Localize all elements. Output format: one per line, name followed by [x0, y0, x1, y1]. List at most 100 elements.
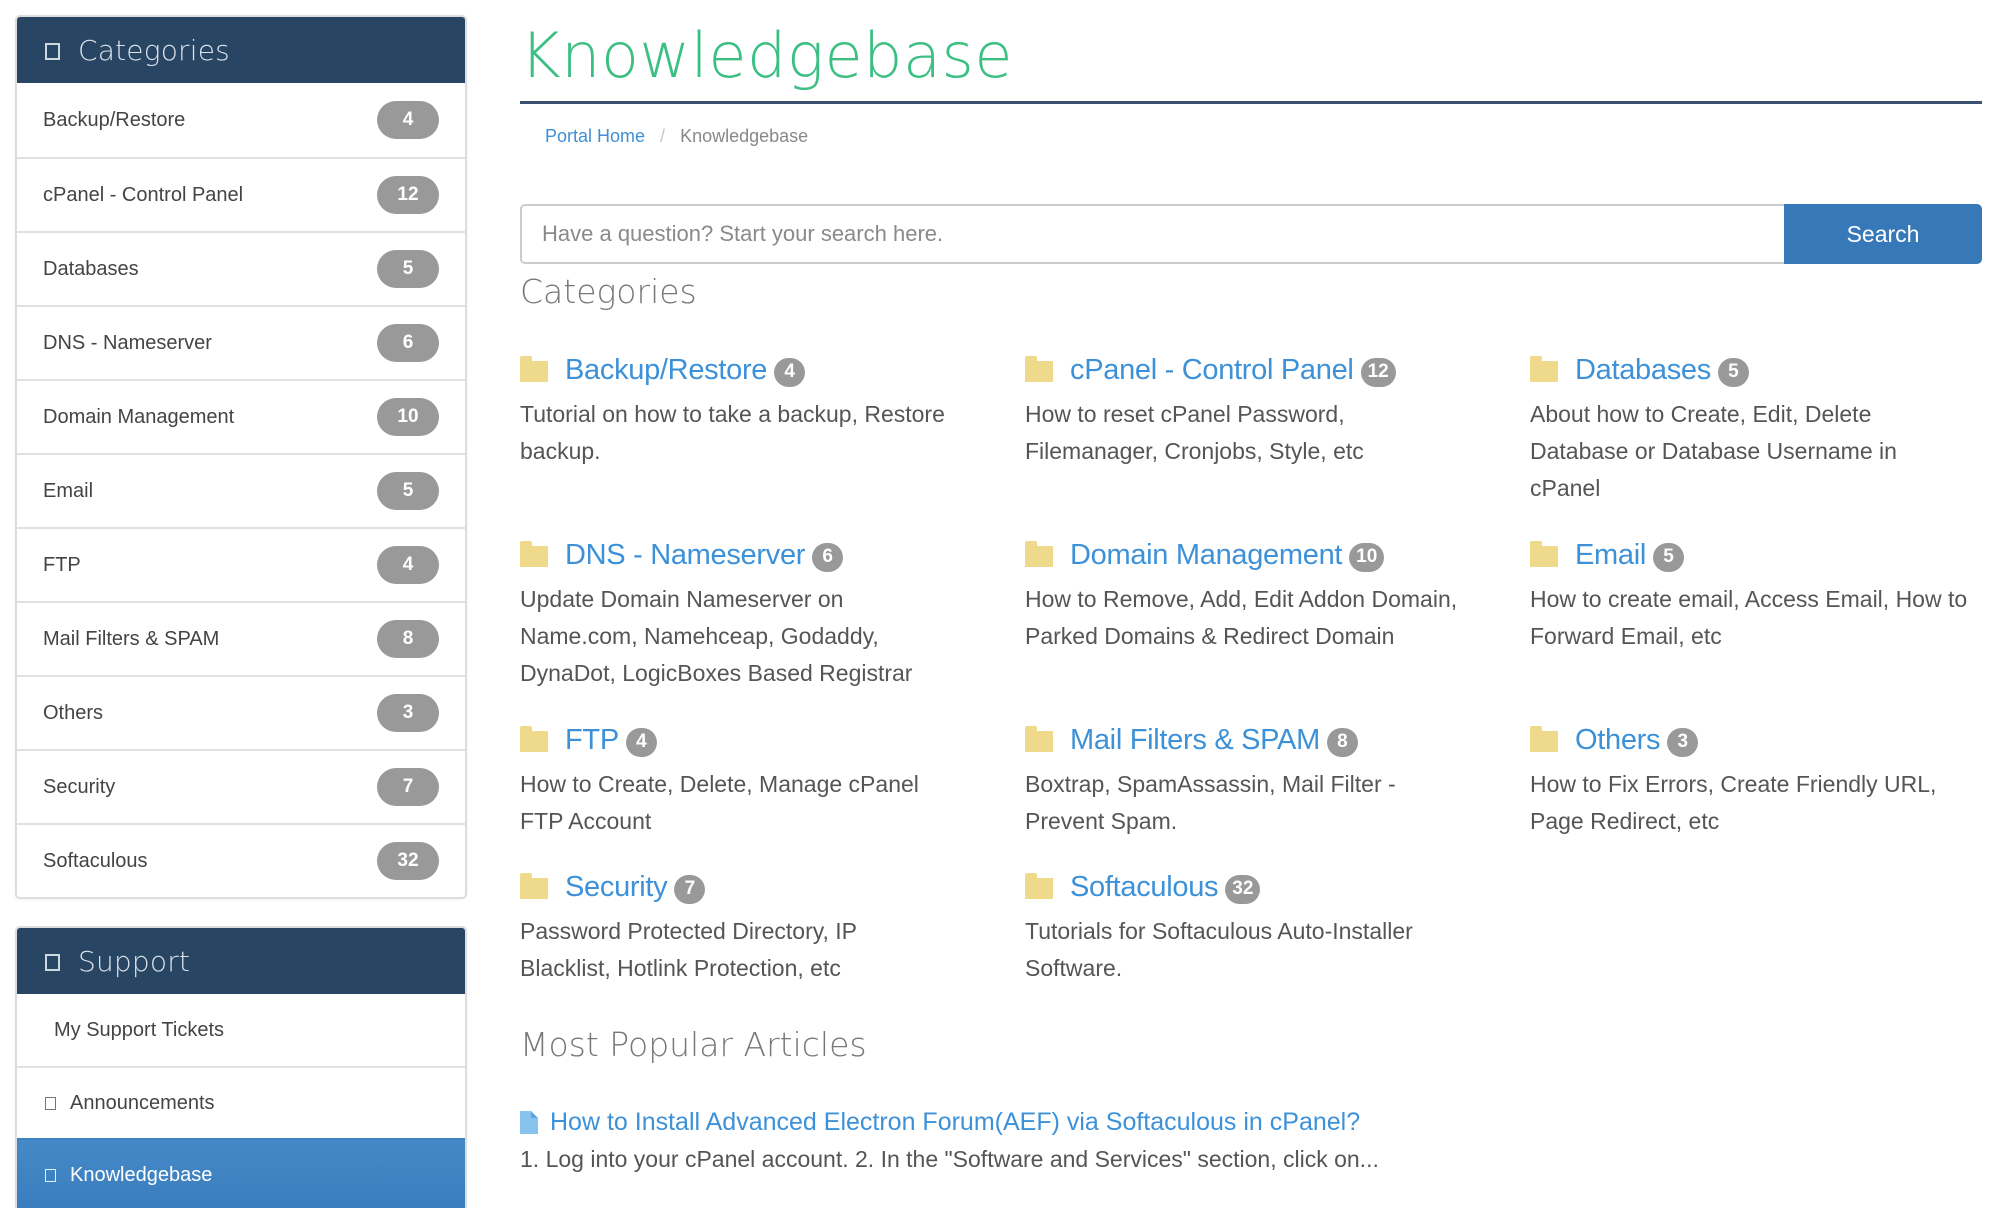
- category-description: Tutorials for Softaculous Auto-Installer…: [1025, 918, 1413, 981]
- sidebar-category-label: Others: [43, 701, 104, 724]
- count-badge: 12: [377, 176, 439, 214]
- sidebar-category-security[interactable]: Security 7: [17, 749, 465, 823]
- category-link[interactable]: Backup/Restore: [565, 354, 767, 387]
- category-card: FTP 4 How to Create, Delete, Manage cPan…: [520, 720, 990, 840]
- sidebar-category-label: DNS - Nameserver: [43, 331, 212, 354]
- folder-icon: [520, 872, 548, 899]
- breadcrumb-current: Knowledgebase: [680, 126, 809, 146]
- count-badge: 32: [1225, 874, 1261, 904]
- folder-icon: [1530, 725, 1558, 752]
- count-badge: 5: [377, 250, 439, 288]
- folder-icon: [1025, 355, 1053, 382]
- support-panel-title: Support: [78, 944, 191, 978]
- folder-icon: [1530, 355, 1558, 382]
- count-badge: 4: [377, 546, 439, 584]
- sidebar-category-dns[interactable]: DNS - Nameserver 6: [17, 305, 465, 379]
- sidebar-category-label: Softaculous: [43, 849, 148, 872]
- sidebar-category-domain-management[interactable]: Domain Management 10: [17, 379, 465, 453]
- article-link[interactable]: How to Install Advanced Electron Forum(A…: [550, 1108, 1360, 1137]
- sidebar-item-label: My Support Tickets: [54, 1018, 225, 1041]
- category-card: Backup/Restore 4 Tutorial on how to take…: [520, 350, 990, 470]
- category-link[interactable]: Databases: [1575, 354, 1711, 387]
- category-link[interactable]: FTP: [565, 724, 619, 757]
- folder-icon: [520, 540, 548, 567]
- square-outline-icon: [45, 953, 60, 971]
- category-description: Tutorial on how to take a backup, Restor…: [520, 401, 945, 464]
- category-link[interactable]: Domain Management: [1070, 539, 1342, 572]
- sidebar-category-mail-filters[interactable]: Mail Filters & SPAM 8: [17, 601, 465, 675]
- count-badge: 8: [1326, 727, 1358, 757]
- category-description: Update Domain Nameserver on Name.com, Na…: [520, 586, 913, 686]
- breadcrumb: Portal Home / Knowledgebase: [545, 126, 808, 147]
- category-link[interactable]: cPanel - Control Panel: [1070, 354, 1354, 387]
- sidebar-item-my-support-tickets[interactable]: My Support Tickets: [17, 994, 465, 1066]
- count-badge: 7: [674, 874, 706, 904]
- popular-article: How to Install Advanced Electron Forum(A…: [520, 1105, 1982, 1173]
- category-card: Others 3 How to Fix Errors, Create Frien…: [1530, 720, 1999, 840]
- search-button[interactable]: Search: [1784, 204, 1982, 264]
- category-card: Security 7 Password Protected Directory,…: [520, 867, 990, 987]
- categories-heading: Categories: [520, 272, 697, 311]
- category-description: How to Fix Errors, Create Friendly URL, …: [1530, 771, 1937, 834]
- category-description: About how to Create, Edit, Delete Databa…: [1530, 401, 1897, 501]
- sidebar-category-softaculous[interactable]: Softaculous 32: [17, 823, 465, 897]
- category-card: Databases 5 About how to Create, Edit, D…: [1530, 350, 1999, 507]
- folder-icon: [520, 355, 548, 382]
- sidebar-item-knowledgebase[interactable]: Knowledgebase: [17, 1138, 465, 1208]
- category-card: DNS - Nameserver 6 Update Domain Nameser…: [520, 535, 990, 692]
- category-description: How to Create, Delete, Manage cPanel FTP…: [520, 771, 919, 834]
- sidebar-category-label: Security: [43, 775, 116, 798]
- sidebar-category-label: Email: [43, 479, 94, 502]
- category-card: Softaculous 32 Tutorials for Softaculous…: [1025, 867, 1495, 987]
- sidebar-category-backup-restore[interactable]: Backup/Restore 4: [17, 83, 465, 157]
- count-badge: 3: [377, 694, 439, 732]
- count-badge: 7: [377, 768, 439, 806]
- category-description: How to Remove, Add, Edit Addon Domain, P…: [1025, 586, 1458, 649]
- category-description: How to reset cPanel Password, Filemanage…: [1025, 401, 1364, 464]
- breadcrumb-portal-home[interactable]: Portal Home: [545, 126, 645, 147]
- folder-icon: [1025, 725, 1053, 752]
- category-description: Password Protected Directory, IP Blackli…: [520, 918, 857, 981]
- count-badge: 5: [1653, 542, 1685, 572]
- count-badge: 4: [774, 357, 806, 387]
- category-link[interactable]: Security: [565, 871, 668, 904]
- sidebar-category-others[interactable]: Others 3: [17, 675, 465, 749]
- breadcrumb-separator: /: [660, 126, 666, 146]
- sidebar-category-cpanel[interactable]: cPanel - Control Panel 12: [17, 157, 465, 231]
- count-badge: 12: [1360, 357, 1396, 387]
- square-outline-icon: [45, 1096, 56, 1110]
- category-link[interactable]: DNS - Nameserver: [565, 539, 805, 572]
- sidebar-category-email[interactable]: Email 5: [17, 453, 465, 527]
- sidebar-category-databases[interactable]: Databases 5: [17, 231, 465, 305]
- count-badge: 6: [377, 324, 439, 362]
- count-badge: 4: [625, 727, 657, 757]
- count-badge: 6: [812, 542, 844, 572]
- sidebar-category-label: Domain Management: [43, 405, 235, 428]
- sidebar-category-label: FTP: [43, 553, 81, 576]
- document-icon: [520, 1110, 538, 1134]
- sidebar-category-label: Backup/Restore: [43, 108, 186, 131]
- category-link[interactable]: Mail Filters & SPAM: [1070, 724, 1320, 757]
- sidebar-category-label: cPanel - Control Panel: [43, 183, 244, 206]
- category-link[interactable]: Email: [1575, 539, 1646, 572]
- category-card: cPanel - Control Panel 12 How to reset c…: [1025, 350, 1495, 470]
- categories-panel: Categories Backup/Restore 4 cPanel - Con…: [15, 15, 467, 899]
- count-badge: 5: [1717, 357, 1749, 387]
- search-bar: Search: [520, 204, 1982, 264]
- category-description: Boxtrap, SpamAssassin, Mail Filter - Pre…: [1025, 771, 1396, 834]
- count-badge: 10: [1349, 542, 1385, 572]
- count-badge: 10: [377, 398, 439, 436]
- support-panel: Support My Support Tickets Announcements…: [15, 926, 467, 1208]
- category-link[interactable]: Others: [1575, 724, 1661, 757]
- folder-icon: [1025, 872, 1053, 899]
- square-outline-icon: [45, 1168, 56, 1182]
- folder-icon: [1530, 540, 1558, 567]
- sidebar-item-announcements[interactable]: Announcements: [17, 1066, 465, 1138]
- count-badge: 32: [377, 842, 439, 880]
- category-link[interactable]: Softaculous: [1070, 871, 1219, 904]
- sidebar-category-label: Databases: [43, 257, 139, 280]
- popular-articles-heading: Most Popular Articles: [520, 1025, 867, 1064]
- sidebar-category-ftp[interactable]: FTP 4: [17, 527, 465, 601]
- page-title: Knowledgebase: [520, 19, 1013, 92]
- search-input[interactable]: [520, 204, 1784, 264]
